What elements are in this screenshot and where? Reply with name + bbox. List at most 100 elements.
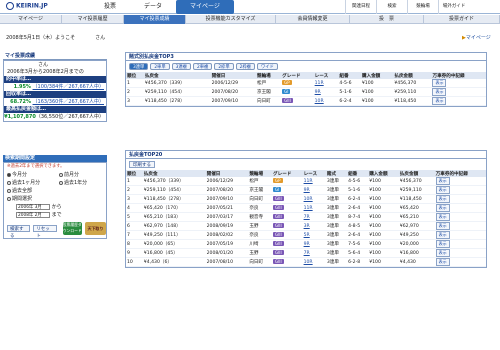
print-button[interactable]: 印刷する <box>129 161 155 168</box>
subnav-guide[interactable]: 投票ガイド <box>424 15 500 24</box>
record-cell-value[interactable]: 表示 <box>435 186 450 194</box>
to-select[interactable]: 2008年 2月 <box>16 211 50 218</box>
payout-cell: ¥259,110（454） <box>143 87 211 97</box>
subnav-account[interactable]: 会員情報変更 <box>276 15 350 24</box>
race-cell-value[interactable]: 9R <box>304 188 310 193</box>
race-cell-value[interactable]: 10R <box>304 260 313 265</box>
date-cell-value: 2007/09/10 <box>206 196 234 202</box>
record-cell-value[interactable]: 表示 <box>435 204 450 212</box>
race-cell-value[interactable]: 5R <box>304 233 310 238</box>
grade-cell-value: GIII <box>273 232 284 237</box>
race-cell-value[interactable]: 10R <box>315 99 324 104</box>
tab-sanrentan[interactable]: 3連単 <box>129 63 149 70</box>
record-cell-value[interactable]: 表示 <box>432 88 447 96</box>
race-cell-value[interactable]: 11R <box>304 206 313 211</box>
record-cell-value[interactable]: 表示 <box>435 240 450 248</box>
race-cell: 10R <box>313 96 339 106</box>
buy-cell: ¥100 <box>360 96 394 106</box>
race-cell-value[interactable]: 11R <box>304 179 313 184</box>
option-all[interactable]: 過去全部 <box>4 187 106 195</box>
track-cell: 奈良 <box>248 230 272 240</box>
search-button[interactable]: 検索する <box>7 225 31 239</box>
combo-cell: 8-7-4 <box>347 212 369 222</box>
from-select[interactable]: 2006年 3月 <box>16 203 50 210</box>
subnav-performance[interactable]: マイ投票成績 <box>124 15 186 24</box>
race-cell-value[interactable]: 9R <box>304 242 310 247</box>
rank-cell-value: 3 <box>127 196 130 202</box>
subnav-mypage[interactable]: マイページ <box>0 15 62 24</box>
record-cell-value[interactable]: 表示 <box>435 177 450 185</box>
table-row: 1 ¥456,370（339） 2006/12/29 松戸 GP 11R 3連単 4-5-6 ¥… <box>126 177 486 186</box>
option-last-month[interactable]: 前月分 <box>56 171 79 179</box>
buy-cell-value: ¥100 <box>369 232 381 238</box>
record-cell-value[interactable]: 表示 <box>435 195 450 203</box>
date-cell-value: 2006/12/29 <box>211 80 239 86</box>
rank-cell-value: 1 <box>127 178 130 184</box>
grade-cell-value: GIII <box>273 241 284 246</box>
option-range[interactable]: 期間選択 <box>4 195 106 203</box>
option-label: 前月分 <box>64 172 80 178</box>
buy-cell-value: ¥100 <box>369 196 381 202</box>
record-cell-value[interactable]: 表示 <box>435 213 450 221</box>
bet-type-cell: 3連単 <box>325 177 348 186</box>
table-row: 8 ¥20,000（65） 2007/05/19 川崎 GIII 9R 3連単 7-5-6 ¥1… <box>126 239 486 249</box>
tab-sanrenpuku[interactable]: 3連複 <box>171 63 191 70</box>
rank-cell-value: 2 <box>127 89 130 95</box>
util-schedule[interactable]: 関連日程 <box>345 0 376 14</box>
tenkatori-banner[interactable]: 天下取り <box>84 222 107 235</box>
rank-cell: 2 <box>126 185 143 195</box>
option-past-year[interactable]: 過去1年分 <box>56 179 87 187</box>
subnav-history[interactable]: マイ投票履歴 <box>62 15 124 24</box>
record-cell-value[interactable]: 表示 <box>432 97 447 105</box>
topnav-bet[interactable]: 投票 <box>90 0 130 14</box>
tab-niwakupuku[interactable]: 2枠複 <box>235 63 255 70</box>
utility-links: 関連日程 検索 競輪場 場外ガイド <box>345 0 469 14</box>
mypage-link[interactable]: ▶マイページ <box>462 34 491 41</box>
track-cell-value: 向日町 <box>249 260 264 265</box>
table-row: 9 ¥16,800（45） 2008/01/20 玉野 GIII 7R 3連単 5-6-4 ¥1… <box>126 248 486 258</box>
record-cell-value[interactable]: 表示 <box>435 249 450 257</box>
top3-title: 賭式別払戻金TOP3 <box>126 53 486 61</box>
tab-niwakutan[interactable]: 2枠単 <box>214 63 234 70</box>
race-cell-value[interactable]: 11R <box>315 81 324 86</box>
payout-cell-value: ¥65,210（183） <box>143 215 181 220</box>
option-past-month[interactable]: 過去1ヶ月分 <box>4 179 56 187</box>
util-tracks[interactable]: 競輪場 <box>407 0 438 14</box>
paid-cell-value: ¥4,430 <box>399 259 416 265</box>
buy-cell-value: ¥100 <box>369 241 381 247</box>
tab-wide[interactable]: ワイド <box>256 63 278 70</box>
hit-rate-label: 的中率は… <box>4 76 106 83</box>
record-cell-value[interactable]: 表示 <box>435 222 450 230</box>
record-cell-value[interactable]: 表示 <box>435 231 450 239</box>
buy-cell-value: ¥100 <box>361 89 374 95</box>
option-row-1: 今月分 前月分 <box>4 171 106 179</box>
topnav-mypage[interactable]: マイページ <box>176 0 234 14</box>
race-cell-value[interactable]: 9R <box>315 90 321 95</box>
race-cell-value[interactable]: 7R <box>304 251 310 256</box>
buy-cell-value: ¥100 <box>369 178 381 184</box>
track-cell-value: 玉野 <box>249 224 259 229</box>
tab-nishatan[interactable]: 2車単 <box>150 63 170 70</box>
topnav-data[interactable]: データ <box>130 0 176 14</box>
record-cell-value[interactable]: 表示 <box>432 79 447 87</box>
combo-cell: 7-5-6 <box>347 239 369 249</box>
radio-icon <box>7 180 11 185</box>
race-cell-value[interactable]: 7R <box>304 215 310 220</box>
download-banner[interactable]: 投票履歴ダウンロード <box>62 222 82 235</box>
util-offsite-guide[interactable]: 場外ガイド <box>438 0 469 14</box>
table-row: 2 ¥259,110（454） 2007/08/20 京王閣 GI 9R 5-1-6 ¥100… <box>126 87 486 97</box>
subnav-bet[interactable]: 投 票 <box>350 15 424 24</box>
tab-nishapuku[interactable]: 2車複 <box>192 63 213 70</box>
track-cell: 松戸 <box>255 79 282 88</box>
hit-rate-detail[interactable]: （100/384件／267,667人中） <box>33 84 104 90</box>
record-cell: 表示 <box>434 248 486 258</box>
util-search[interactable]: 検索 <box>376 0 407 14</box>
race-cell-value[interactable]: 10R <box>304 197 313 202</box>
subnav-customize[interactable]: 投票機能カスタマイズ <box>186 15 276 24</box>
record-cell-value[interactable]: 表示 <box>435 258 450 266</box>
keirin-logo[interactable]: KEIRIN.JP <box>6 2 56 11</box>
race-cell-value[interactable]: 3R <box>304 224 310 229</box>
reset-button[interactable]: リセット <box>33 225 57 239</box>
return-rate-detail[interactable]: （163/360件／267,667人中） <box>33 99 104 105</box>
option-this-month[interactable]: 今月分 <box>4 171 56 179</box>
